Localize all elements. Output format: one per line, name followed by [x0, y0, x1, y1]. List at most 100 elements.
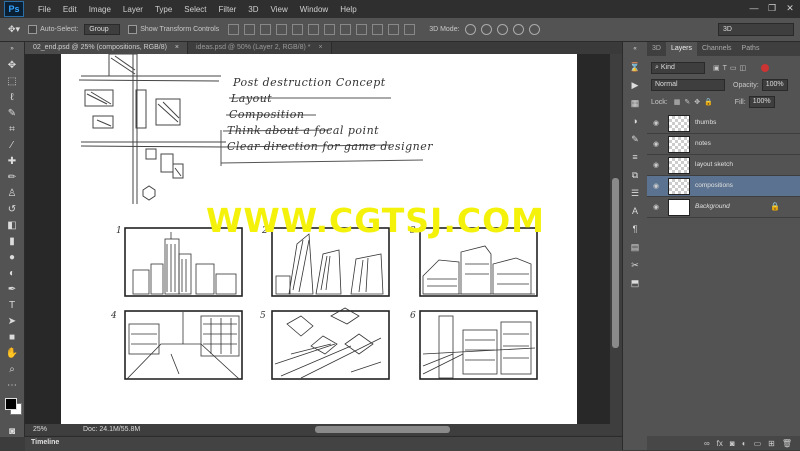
3d-rotate-icon[interactable]: [464, 24, 476, 35]
layer-row-notes[interactable]: ◉ notes: [647, 134, 800, 155]
tab-layers[interactable]: Layers: [665, 42, 697, 56]
visibility-eye-icon[interactable]: ◉: [653, 182, 659, 190]
blend-mode-dropdown[interactable]: Normal: [651, 79, 725, 91]
new-group-icon[interactable]: ▭: [754, 439, 762, 448]
eraser-tool-icon[interactable]: ◧: [5, 219, 19, 232]
tab-channels[interactable]: Channels: [697, 42, 737, 56]
clone-source-panel-icon[interactable]: ⧉: [629, 170, 641, 181]
paragraph-panel-icon[interactable]: ¶: [629, 224, 641, 235]
align-left-icon[interactable]: [276, 24, 288, 35]
workspace-select[interactable]: 3D: [718, 23, 794, 36]
distribute-hcenter-icon[interactable]: [388, 24, 400, 35]
layer-row-background[interactable]: ◉ Background 🔒: [647, 197, 800, 218]
brush-panel-icon[interactable]: ✎: [629, 134, 641, 145]
menu-image[interactable]: Image: [83, 5, 117, 14]
distribute-left-icon[interactable]: [372, 24, 384, 35]
layer-filter-dropdown[interactable]: ⌕ Kind: [651, 62, 705, 74]
menu-edit[interactable]: Edit: [57, 5, 83, 14]
filter-type-icons[interactable]: ▣T▭◫: [713, 64, 749, 72]
tab-paths[interactable]: Paths: [737, 42, 765, 56]
close-tab-icon[interactable]: ×: [175, 44, 179, 51]
auto-select-dropdown[interactable]: Group: [84, 24, 121, 35]
layer-row-thumbs[interactable]: ◉ thumbs: [647, 113, 800, 134]
menu-filter[interactable]: Filter: [213, 5, 243, 14]
lock-icons[interactable]: ▦✎✥🔒: [674, 98, 717, 106]
vertical-scroll-thumb[interactable]: [612, 178, 619, 348]
3d-scale-icon[interactable]: [528, 24, 540, 35]
align-vcenter-icon[interactable]: [244, 24, 256, 35]
path-select-tool-icon[interactable]: ➤: [5, 315, 19, 328]
auto-select-checkbox[interactable]: [28, 25, 38, 34]
zoom-level[interactable]: 25%: [33, 426, 47, 433]
adjustments-panel-icon[interactable]: ◑: [629, 116, 641, 127]
adjustment-layer-icon[interactable]: ◐: [742, 439, 747, 448]
move-tool-preset-icon[interactable]: ✥▾: [8, 24, 20, 35]
menu-layer[interactable]: Layer: [117, 5, 149, 14]
brush-tool-icon[interactable]: ✏: [5, 171, 19, 184]
layer-row-layout-sketch[interactable]: ◉ layout sketch: [647, 155, 800, 176]
visibility-eye-icon[interactable]: ◉: [653, 203, 659, 211]
layer-row-compositions[interactable]: ◉ compositions: [647, 176, 800, 197]
actions-panel-icon[interactable]: ▶: [629, 80, 641, 91]
align-top-icon[interactable]: [228, 24, 240, 35]
visibility-eye-icon[interactable]: ◉: [653, 161, 659, 169]
foreground-color-swatch[interactable]: [5, 398, 17, 410]
link-layers-icon[interactable]: ∞: [704, 439, 710, 448]
menu-window[interactable]: Window: [294, 5, 334, 14]
distribute-vcenter-icon[interactable]: [340, 24, 352, 35]
maximize-button[interactable]: ❐: [766, 2, 778, 14]
visibility-eye-icon[interactable]: ◉: [653, 119, 659, 127]
fill-field[interactable]: 100%: [748, 96, 775, 108]
crop-tool-icon[interactable]: ⌗: [5, 123, 19, 136]
3d-slide-icon[interactable]: [512, 24, 524, 35]
distribute-right-icon[interactable]: [404, 24, 416, 35]
blur-tool-icon[interactable]: ●: [5, 251, 19, 264]
filter-toggle-icon[interactable]: [761, 64, 770, 72]
menu-view[interactable]: View: [265, 5, 294, 14]
pen-tool-icon[interactable]: ✒: [5, 283, 19, 296]
tab-ideas[interactable]: ideas.psd @ 50% (Layer 2, RGB/8) * ×: [188, 42, 332, 54]
add-mask-icon[interactable]: ◙: [730, 439, 735, 448]
clone-stamp-tool-icon[interactable]: ♙: [5, 187, 19, 200]
dock-grip-icon[interactable]: «: [629, 44, 641, 55]
glyphs-panel-icon[interactable]: ▤: [629, 242, 641, 253]
dodge-tool-icon[interactable]: ◐: [5, 267, 19, 280]
history-panel-icon[interactable]: ⌛: [629, 62, 641, 73]
canvas-area[interactable]: Post destruction Concept Layout Composit…: [25, 54, 610, 424]
zoom-tool-icon[interactable]: ⌕: [5, 363, 19, 376]
history-brush-tool-icon[interactable]: ↺: [5, 203, 19, 216]
hand-tool-icon[interactable]: ✋: [5, 347, 19, 360]
notes-panel-icon[interactable]: ⬒: [629, 278, 641, 289]
3d-pan-icon[interactable]: [496, 24, 508, 35]
swatches-panel-icon[interactable]: ▦: [629, 98, 641, 109]
gradient-tool-icon[interactable]: ▮: [5, 235, 19, 248]
tab-3d[interactable]: 3D: [647, 42, 666, 56]
delete-layer-icon[interactable]: 🗑: [782, 439, 792, 448]
shape-tool-icon[interactable]: ■: [5, 331, 19, 344]
healing-tool-icon[interactable]: ✚: [5, 155, 19, 168]
properties-panel-icon[interactable]: ≡: [629, 152, 641, 163]
timeline-panel-tab[interactable]: Timeline: [25, 436, 622, 451]
new-layer-icon[interactable]: ⊞: [768, 439, 775, 448]
quick-select-tool-icon[interactable]: ✎: [5, 107, 19, 120]
align-bottom-icon[interactable]: [260, 24, 272, 35]
type-tool-icon[interactable]: T: [5, 299, 19, 312]
menu-type[interactable]: Type: [149, 5, 178, 14]
menu-file[interactable]: File: [32, 5, 57, 14]
toolbar-grip-icon[interactable]: »: [5, 43, 19, 56]
align-hcenter-icon[interactable]: [292, 24, 304, 35]
eyedropper-tool-icon[interactable]: ⁄: [5, 139, 19, 152]
distribute-top-icon[interactable]: [324, 24, 336, 35]
minimize-button[interactable]: —: [748, 2, 760, 14]
character-panel-icon[interactable]: A: [629, 206, 641, 217]
transform-controls-checkbox[interactable]: [128, 25, 138, 34]
distribute-bottom-icon[interactable]: [356, 24, 368, 35]
align-right-icon[interactable]: [308, 24, 320, 35]
tools-presets-icon[interactable]: ✂: [629, 260, 641, 271]
menu-help[interactable]: Help: [334, 5, 362, 14]
close-tab-icon[interactable]: ×: [318, 44, 322, 51]
marquee-tool-icon[interactable]: ⬚: [5, 75, 19, 88]
more-tools-icon[interactable]: ⋯: [5, 379, 19, 392]
menu-3d[interactable]: 3D: [242, 5, 264, 14]
visibility-eye-icon[interactable]: ◉: [653, 140, 659, 148]
